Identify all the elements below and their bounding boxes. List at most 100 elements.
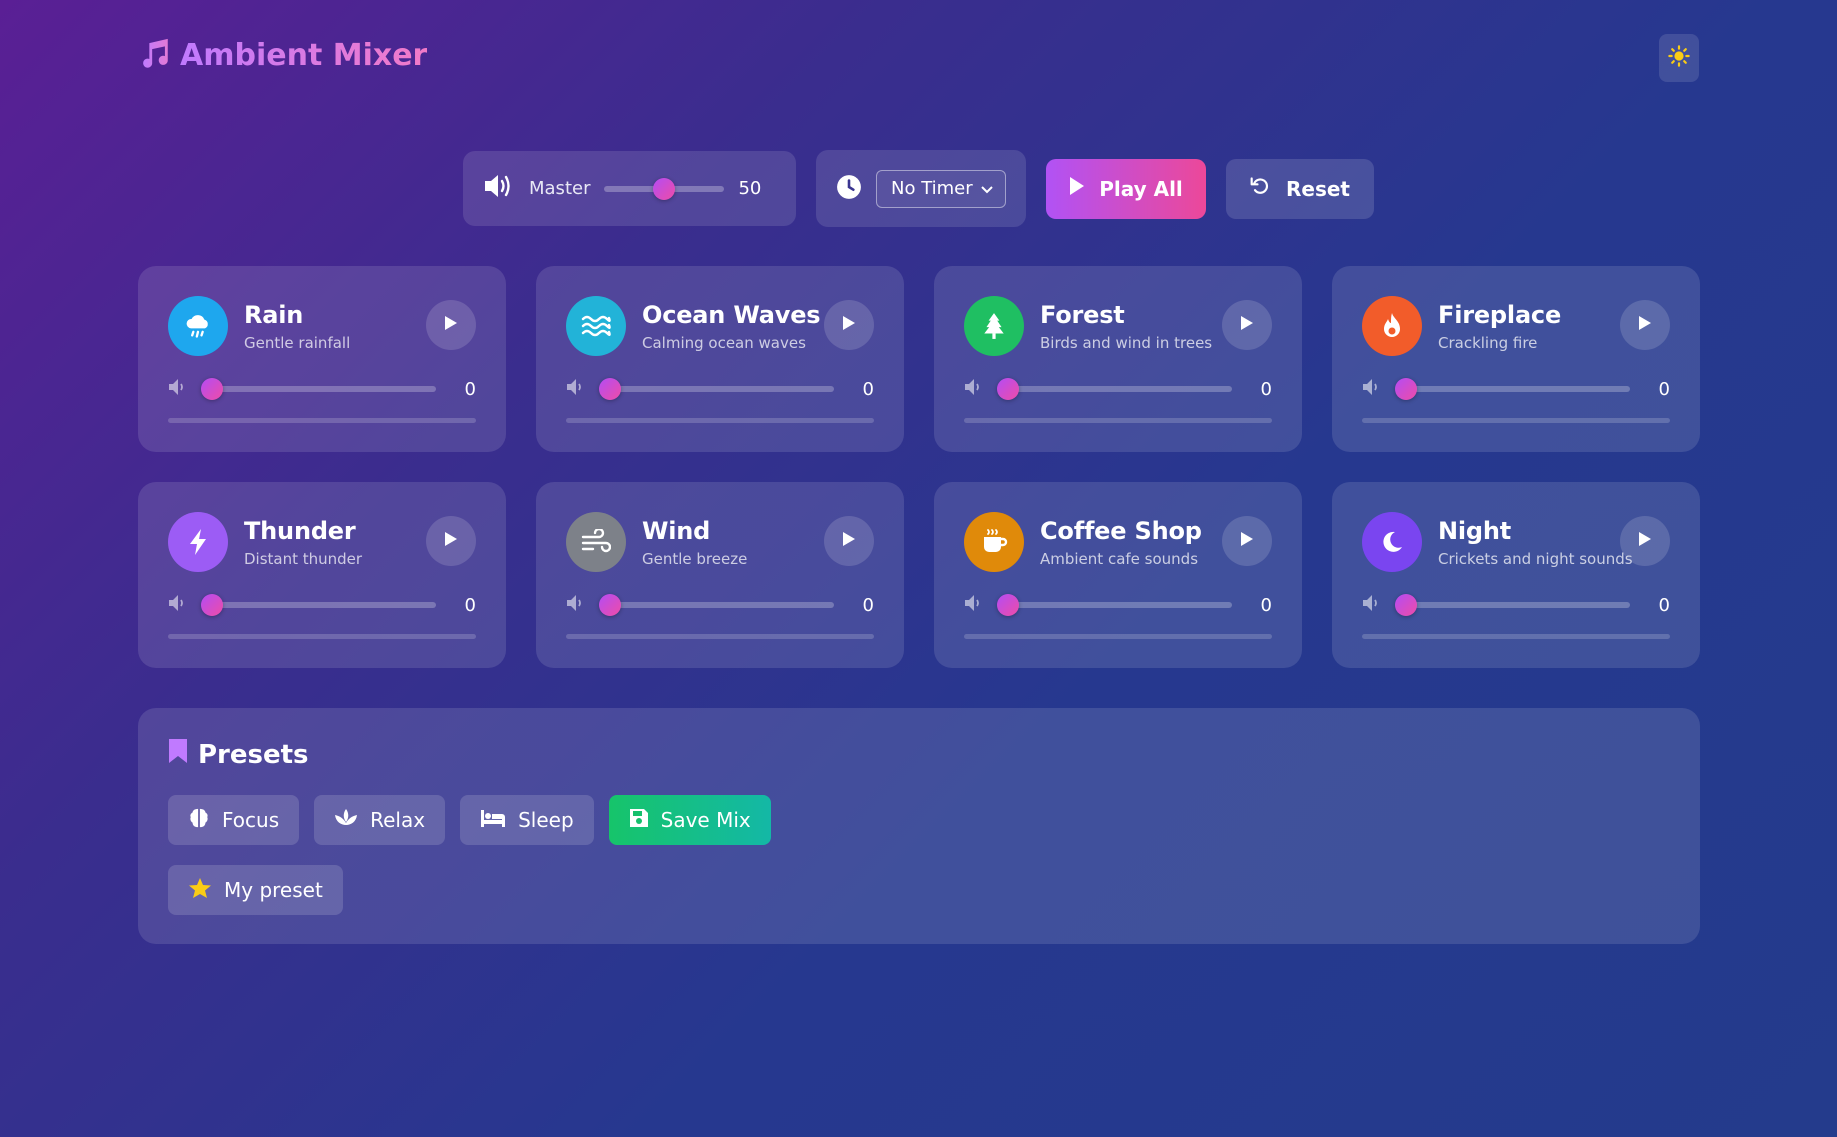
sound-volume-value: 0 [1260, 378, 1272, 400]
preset-focus-button[interactable]: Focus [168, 795, 300, 845]
sound-volume-thumb[interactable] [997, 594, 1019, 616]
sound-play-button[interactable] [1222, 300, 1272, 350]
sound-volume-row: 0 [964, 590, 1272, 620]
sound-card-fireplace: Fireplace Crackling fire 0 [1332, 266, 1700, 452]
sun-icon [1668, 45, 1690, 71]
volume-mute-icon[interactable] [168, 378, 190, 400]
sound-volume-row: 0 [168, 590, 476, 620]
sound-card-ocean-waves: Ocean Waves Calming ocean waves 0 [536, 266, 904, 452]
bed-icon [480, 808, 506, 833]
sound-volume-slider[interactable] [201, 594, 436, 616]
timer-select[interactable]: No Timer [876, 169, 1006, 208]
sound-volume-value: 0 [464, 378, 476, 400]
sound-level-bar [168, 634, 476, 639]
sound-volume-thumb[interactable] [997, 378, 1019, 400]
app-header: Ambient Mixer [138, 34, 1699, 90]
timer-panel: No Timer [816, 150, 1026, 227]
cloud-rain-icon [168, 296, 228, 356]
sound-volume-thumb[interactable] [599, 594, 621, 616]
master-volume-thumb[interactable] [653, 177, 676, 200]
save-mix-button[interactable]: Save Mix [608, 795, 771, 845]
play-icon [1069, 176, 1085, 201]
sound-volume-slider[interactable] [1395, 378, 1630, 400]
sound-card-wind: Wind Gentle breeze 0 [536, 482, 904, 668]
volume-mute-icon[interactable] [1362, 378, 1384, 400]
theme-toggle-button[interactable] [1659, 34, 1699, 82]
play-all-label: Play All [1099, 176, 1183, 201]
play-icon [1638, 315, 1652, 335]
presets-title: Presets [198, 739, 309, 770]
preset-my-preset-button[interactable]: My preset [168, 865, 343, 915]
sound-volume-thumb[interactable] [1395, 594, 1417, 616]
brain-icon [188, 807, 210, 834]
sound-volume-value: 0 [1260, 594, 1272, 616]
preset-label: Focus [222, 808, 280, 832]
sound-level-bar [1362, 634, 1670, 639]
music-note-icon [138, 36, 172, 74]
sound-play-button[interactable] [1222, 516, 1272, 566]
sound-play-button[interactable] [824, 516, 874, 566]
sound-volume-slider[interactable] [997, 378, 1232, 400]
sound-volume-slider[interactable] [997, 594, 1232, 616]
play-icon [1240, 315, 1254, 335]
sound-level-bar [566, 634, 874, 639]
master-label: Master [529, 178, 591, 199]
timer-selected-value: No Timer [891, 178, 973, 199]
sound-volume-slider[interactable] [599, 378, 834, 400]
master-volume-slider[interactable] [604, 177, 725, 200]
sound-volume-slider[interactable] [599, 594, 834, 616]
sound-volume-row: 0 [964, 374, 1272, 404]
volume-mute-icon[interactable] [168, 594, 190, 616]
sound-volume-slider[interactable] [1395, 594, 1630, 616]
sound-card-forest: Forest Birds and wind in trees 0 [934, 266, 1302, 452]
presets-panel: Presets Focus Relax Sleep Save Mix My pr… [138, 708, 1700, 944]
play-icon [444, 531, 458, 551]
sound-volume-row: 0 [566, 374, 874, 404]
play-icon [842, 315, 856, 335]
floppy-disk-icon [629, 808, 649, 833]
sound-play-button[interactable] [1620, 300, 1670, 350]
sound-volume-slider[interactable] [201, 378, 436, 400]
app-title: Ambient Mixer [180, 37, 428, 73]
sound-level-bar [168, 418, 476, 423]
tree-icon [964, 296, 1024, 356]
sound-level-bar [566, 418, 874, 423]
play-icon [444, 315, 458, 335]
sound-play-button[interactable] [426, 516, 476, 566]
presets-heading: Presets [168, 738, 1670, 771]
play-icon [842, 531, 856, 551]
sound-volume-value: 0 [1658, 378, 1670, 400]
moon-icon [1362, 512, 1422, 572]
volume-mute-icon[interactable] [1362, 594, 1384, 616]
play-all-button[interactable]: Play All [1046, 158, 1206, 219]
sound-level-bar [1362, 418, 1670, 423]
preset-relax-button[interactable]: Relax [314, 795, 446, 845]
preset-label: My preset [224, 878, 323, 902]
sound-play-button[interactable] [426, 300, 476, 350]
volume-mute-icon[interactable] [964, 378, 986, 400]
sound-volume-thumb[interactable] [201, 378, 223, 400]
preset-label: Sleep [518, 808, 574, 832]
sound-grid: Rain Gentle rainfall 0 Ocean Waves Calming o… [138, 266, 1700, 668]
sound-card-thunder: Thunder Distant thunder 0 [138, 482, 506, 668]
reset-label: Reset [1286, 176, 1350, 201]
preset-label: Relax [370, 808, 426, 832]
sound-volume-thumb[interactable] [599, 378, 621, 400]
volume-mute-icon[interactable] [964, 594, 986, 616]
volume-mute-icon[interactable] [566, 378, 588, 400]
reset-button[interactable]: Reset [1226, 158, 1374, 219]
sound-volume-row: 0 [1362, 374, 1670, 404]
sound-volume-thumb[interactable] [201, 594, 223, 616]
master-volume-value: 50 [738, 178, 762, 199]
volume-mute-icon[interactable] [566, 594, 588, 616]
preset-sleep-button[interactable]: Sleep [460, 795, 594, 845]
bookmark-icon [168, 738, 188, 771]
clock-icon [836, 174, 862, 204]
app-logo: Ambient Mixer [138, 36, 427, 74]
star-icon [188, 877, 212, 904]
sound-volume-value: 0 [1658, 594, 1670, 616]
sound-play-button[interactable] [1620, 516, 1670, 566]
water-waves-icon [566, 296, 626, 356]
sound-play-button[interactable] [824, 300, 874, 350]
sound-volume-thumb[interactable] [1395, 378, 1417, 400]
